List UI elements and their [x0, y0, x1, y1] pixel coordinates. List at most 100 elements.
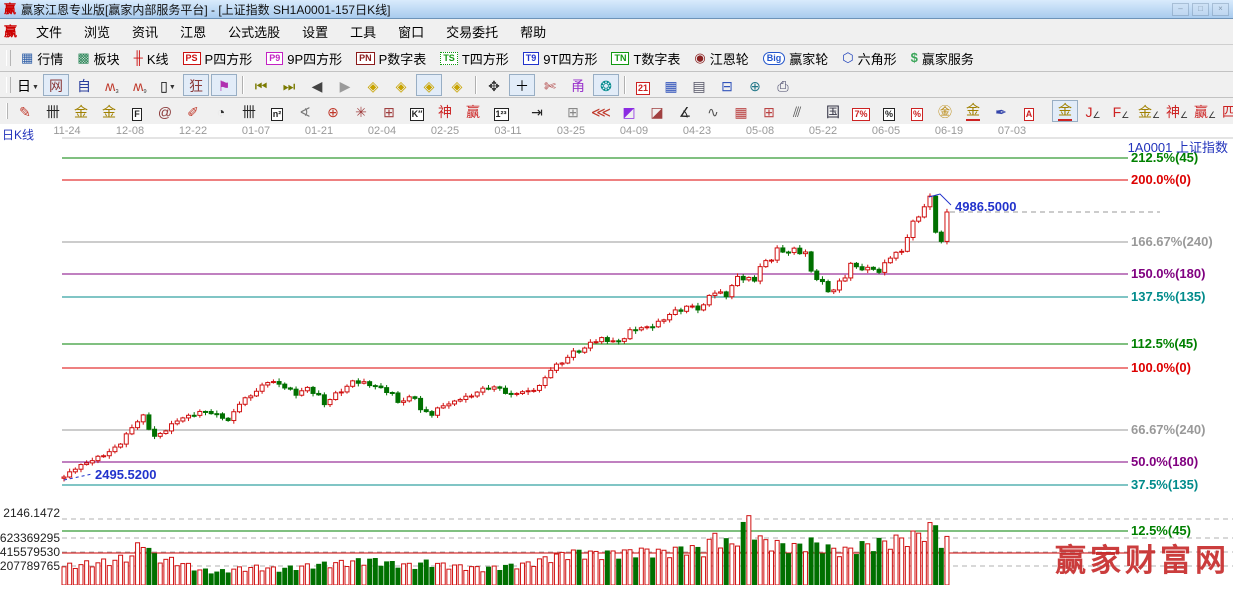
- period-day-selector-icon[interactable]: 日 ▼: [15, 74, 41, 96]
- save-icon[interactable]: ⊟: [714, 74, 740, 96]
- chart-canvas[interactable]: 11-24 12-08 12-22 01-07 01-21 02-04 02-25 03-11…: [0, 124, 1233, 586]
- prev-bar-icon[interactable]: ◀: [304, 74, 330, 96]
- wave-tool-icon[interactable]: ∿: [700, 100, 726, 122]
- save-remote-icon[interactable]: ⊕: [742, 74, 768, 96]
- 9p-square-button[interactable]: P9 9P四方形: [259, 46, 349, 70]
- menu-item-help[interactable]: 帮助: [509, 19, 557, 44]
- winner-service-button[interactable]: $ 赢家服务: [904, 46, 981, 70]
- winner-wheel-icon: Big: [762, 51, 786, 65]
- menu-item-settings[interactable]: 设置: [291, 19, 339, 44]
- t-square-button[interactable]: TS T四方形: [433, 46, 515, 70]
- svg-text:03-25: 03-25: [557, 125, 585, 137]
- span-tool-icon[interactable]: ⇥: [524, 100, 550, 122]
- a-marker-icon[interactable]: A: [1016, 100, 1042, 122]
- winner-wheel-button[interactable]: Big 赢家轮: [756, 46, 836, 70]
- gold-angle-active-icon[interactable]: 金: [1052, 100, 1078, 122]
- quotes-button[interactable]: ▦ 行情: [14, 46, 70, 70]
- count-ruler-icon[interactable]: 卌: [236, 100, 262, 122]
- grid-red-icon[interactable]: ▦: [728, 100, 754, 122]
- gann-box-icon[interactable]: ⊞: [560, 100, 586, 122]
- info-panel-icon[interactable]: 自: [71, 74, 97, 96]
- menu-item-gann[interactable]: 江恩: [169, 19, 217, 44]
- win-box-icon[interactable]: 赢: [460, 100, 486, 122]
- menu-item-window[interactable]: 窗口: [387, 19, 435, 44]
- ma-3-lines-icon[interactable]: ʍ₃: [99, 74, 125, 96]
- zoom-out-bars-icon[interactable]: ◈: [444, 74, 470, 96]
- purple-marker-icon[interactable]: 甬: [565, 74, 591, 96]
- minimize-button[interactable]: –: [1172, 2, 1189, 16]
- win-angle-icon[interactable]: 赢 ∠: [1192, 100, 1218, 122]
- shift-right-icon[interactable]: ◈: [388, 74, 414, 96]
- ruler-123-icon[interactable]: 1²³: [488, 100, 514, 122]
- menu-item-news[interactable]: 资讯: [121, 19, 169, 44]
- shen-angle-icon[interactable]: 神 ∠: [1164, 100, 1190, 122]
- menu-item-trade-entrust[interactable]: 交易委托: [435, 19, 509, 44]
- p-square-button[interactable]: PS P四方形: [176, 46, 260, 70]
- notes-icon[interactable]: ▤: [686, 74, 712, 96]
- sectors-button[interactable]: ▩ 板块: [70, 46, 126, 70]
- percent-icon[interactable]: %: [876, 100, 902, 122]
- mirror-angle-icon[interactable]: ∢: [292, 100, 318, 122]
- f-angle-icon[interactable]: F ∠: [1108, 100, 1134, 122]
- grid-red-2-icon[interactable]: ⊞: [756, 100, 782, 122]
- colored-volume-chart-icon[interactable]: ⚑: [211, 73, 237, 96]
- n-square-icon[interactable]: n²: [264, 100, 290, 122]
- ab-pen-icon[interactable]: ✒: [988, 100, 1014, 122]
- 9t-square-button[interactable]: T9 9T四方形: [516, 46, 605, 70]
- candle-style-icon[interactable]: ▯ ▼: [155, 74, 181, 96]
- close-button[interactable]: ×: [1212, 2, 1229, 16]
- fan-box-purple-icon[interactable]: ◩: [616, 100, 642, 122]
- shen-ruler-icon[interactable]: 神: [432, 100, 458, 122]
- target-circle-icon[interactable]: ⊕: [320, 100, 346, 122]
- measure-tool-icon[interactable]: ✄: [537, 74, 563, 96]
- four-angle-icon[interactable]: 四∠: [1220, 100, 1233, 122]
- golden-ruler-v-icon[interactable]: 金: [68, 100, 94, 122]
- calendar-21-icon[interactable]: 21: [630, 74, 656, 96]
- maximize-button[interactable]: □: [1192, 2, 1209, 16]
- smart-analysis-icon[interactable]: ❂: [593, 73, 619, 96]
- percent-7-icon[interactable]: 7%: [848, 100, 874, 122]
- pan-hand-icon[interactable]: ✥: [481, 74, 507, 96]
- zoom-in-bars-icon[interactable]: ◈: [416, 73, 442, 96]
- gold-circle-icon[interactable]: ㊎: [932, 100, 958, 122]
- fan-box-red-icon[interactable]: ◪: [644, 100, 670, 122]
- fibonacci-ruler-icon[interactable]: F: [124, 100, 150, 122]
- crosshair-icon[interactable]: ＋: [509, 73, 535, 96]
- ma-9-lines-icon[interactable]: ʍ₉: [127, 74, 153, 96]
- gann-fan-icon[interactable]: ⋘: [588, 100, 614, 122]
- menu-item-browse[interactable]: 浏览: [73, 19, 121, 44]
- calculator-icon[interactable]: ▦: [658, 74, 684, 96]
- spiral-tool-icon[interactable]: @: [152, 100, 178, 122]
- web-square-icon[interactable]: ⊞: [376, 100, 402, 122]
- parallel-lines-icon[interactable]: ⫻: [784, 100, 810, 122]
- svg-text:66.67%(240): 66.67%(240): [1131, 422, 1205, 437]
- hexagon-button[interactable]: ⬡ 六角形: [835, 46, 903, 70]
- angle-lines-icon[interactable]: ∡: [672, 100, 698, 122]
- kuang-overlay-icon[interactable]: 狂: [183, 73, 209, 96]
- stats-panel-icon[interactable]: 国: [820, 100, 846, 122]
- j-angle-icon[interactable]: J ∠: [1080, 100, 1106, 122]
- next-bar-icon[interactable]: ▶: [332, 74, 358, 96]
- workstation-icon[interactable]: ⎙: [770, 74, 796, 96]
- gold-lines-icon[interactable]: 金: [960, 100, 986, 122]
- k-notes-icon[interactable]: K″: [404, 100, 430, 122]
- spider-web-icon[interactable]: ✳: [348, 100, 374, 122]
- draw-pen-icon[interactable]: ✎: [12, 100, 38, 122]
- golden-ruler-h-icon[interactable]: 金: [96, 100, 122, 122]
- percent-line-icon[interactable]: %: [904, 100, 930, 122]
- gann-wheel-button[interactable]: ◉ 江恩轮: [687, 46, 755, 70]
- menu-item-formula-stock-pick[interactable]: 公式选股: [217, 19, 291, 44]
- shift-left-icon[interactable]: ◈: [360, 74, 386, 96]
- last-bar-icon[interactable]: ⏭: [276, 74, 302, 96]
- gold-angle-icon[interactable]: 金 ∠: [1136, 100, 1162, 122]
- time-ruler-icon[interactable]: 卌: [40, 100, 66, 122]
- cycle-circle-icon[interactable]: ◔: [208, 100, 234, 122]
- brush-tool-icon[interactable]: ✐: [180, 100, 206, 122]
- t-number-table-button[interactable]: TN T数字表: [604, 46, 687, 70]
- menu-item-file[interactable]: 文件: [25, 19, 73, 44]
- kline-button[interactable]: ╫ K线: [127, 46, 176, 70]
- first-bar-icon[interactable]: ⏮: [248, 74, 274, 96]
- chart-layout-tool-icon[interactable]: 网: [43, 73, 69, 96]
- p-number-table-button[interactable]: PN P数字表: [349, 46, 433, 70]
- menu-item-tools[interactable]: 工具: [339, 19, 387, 44]
